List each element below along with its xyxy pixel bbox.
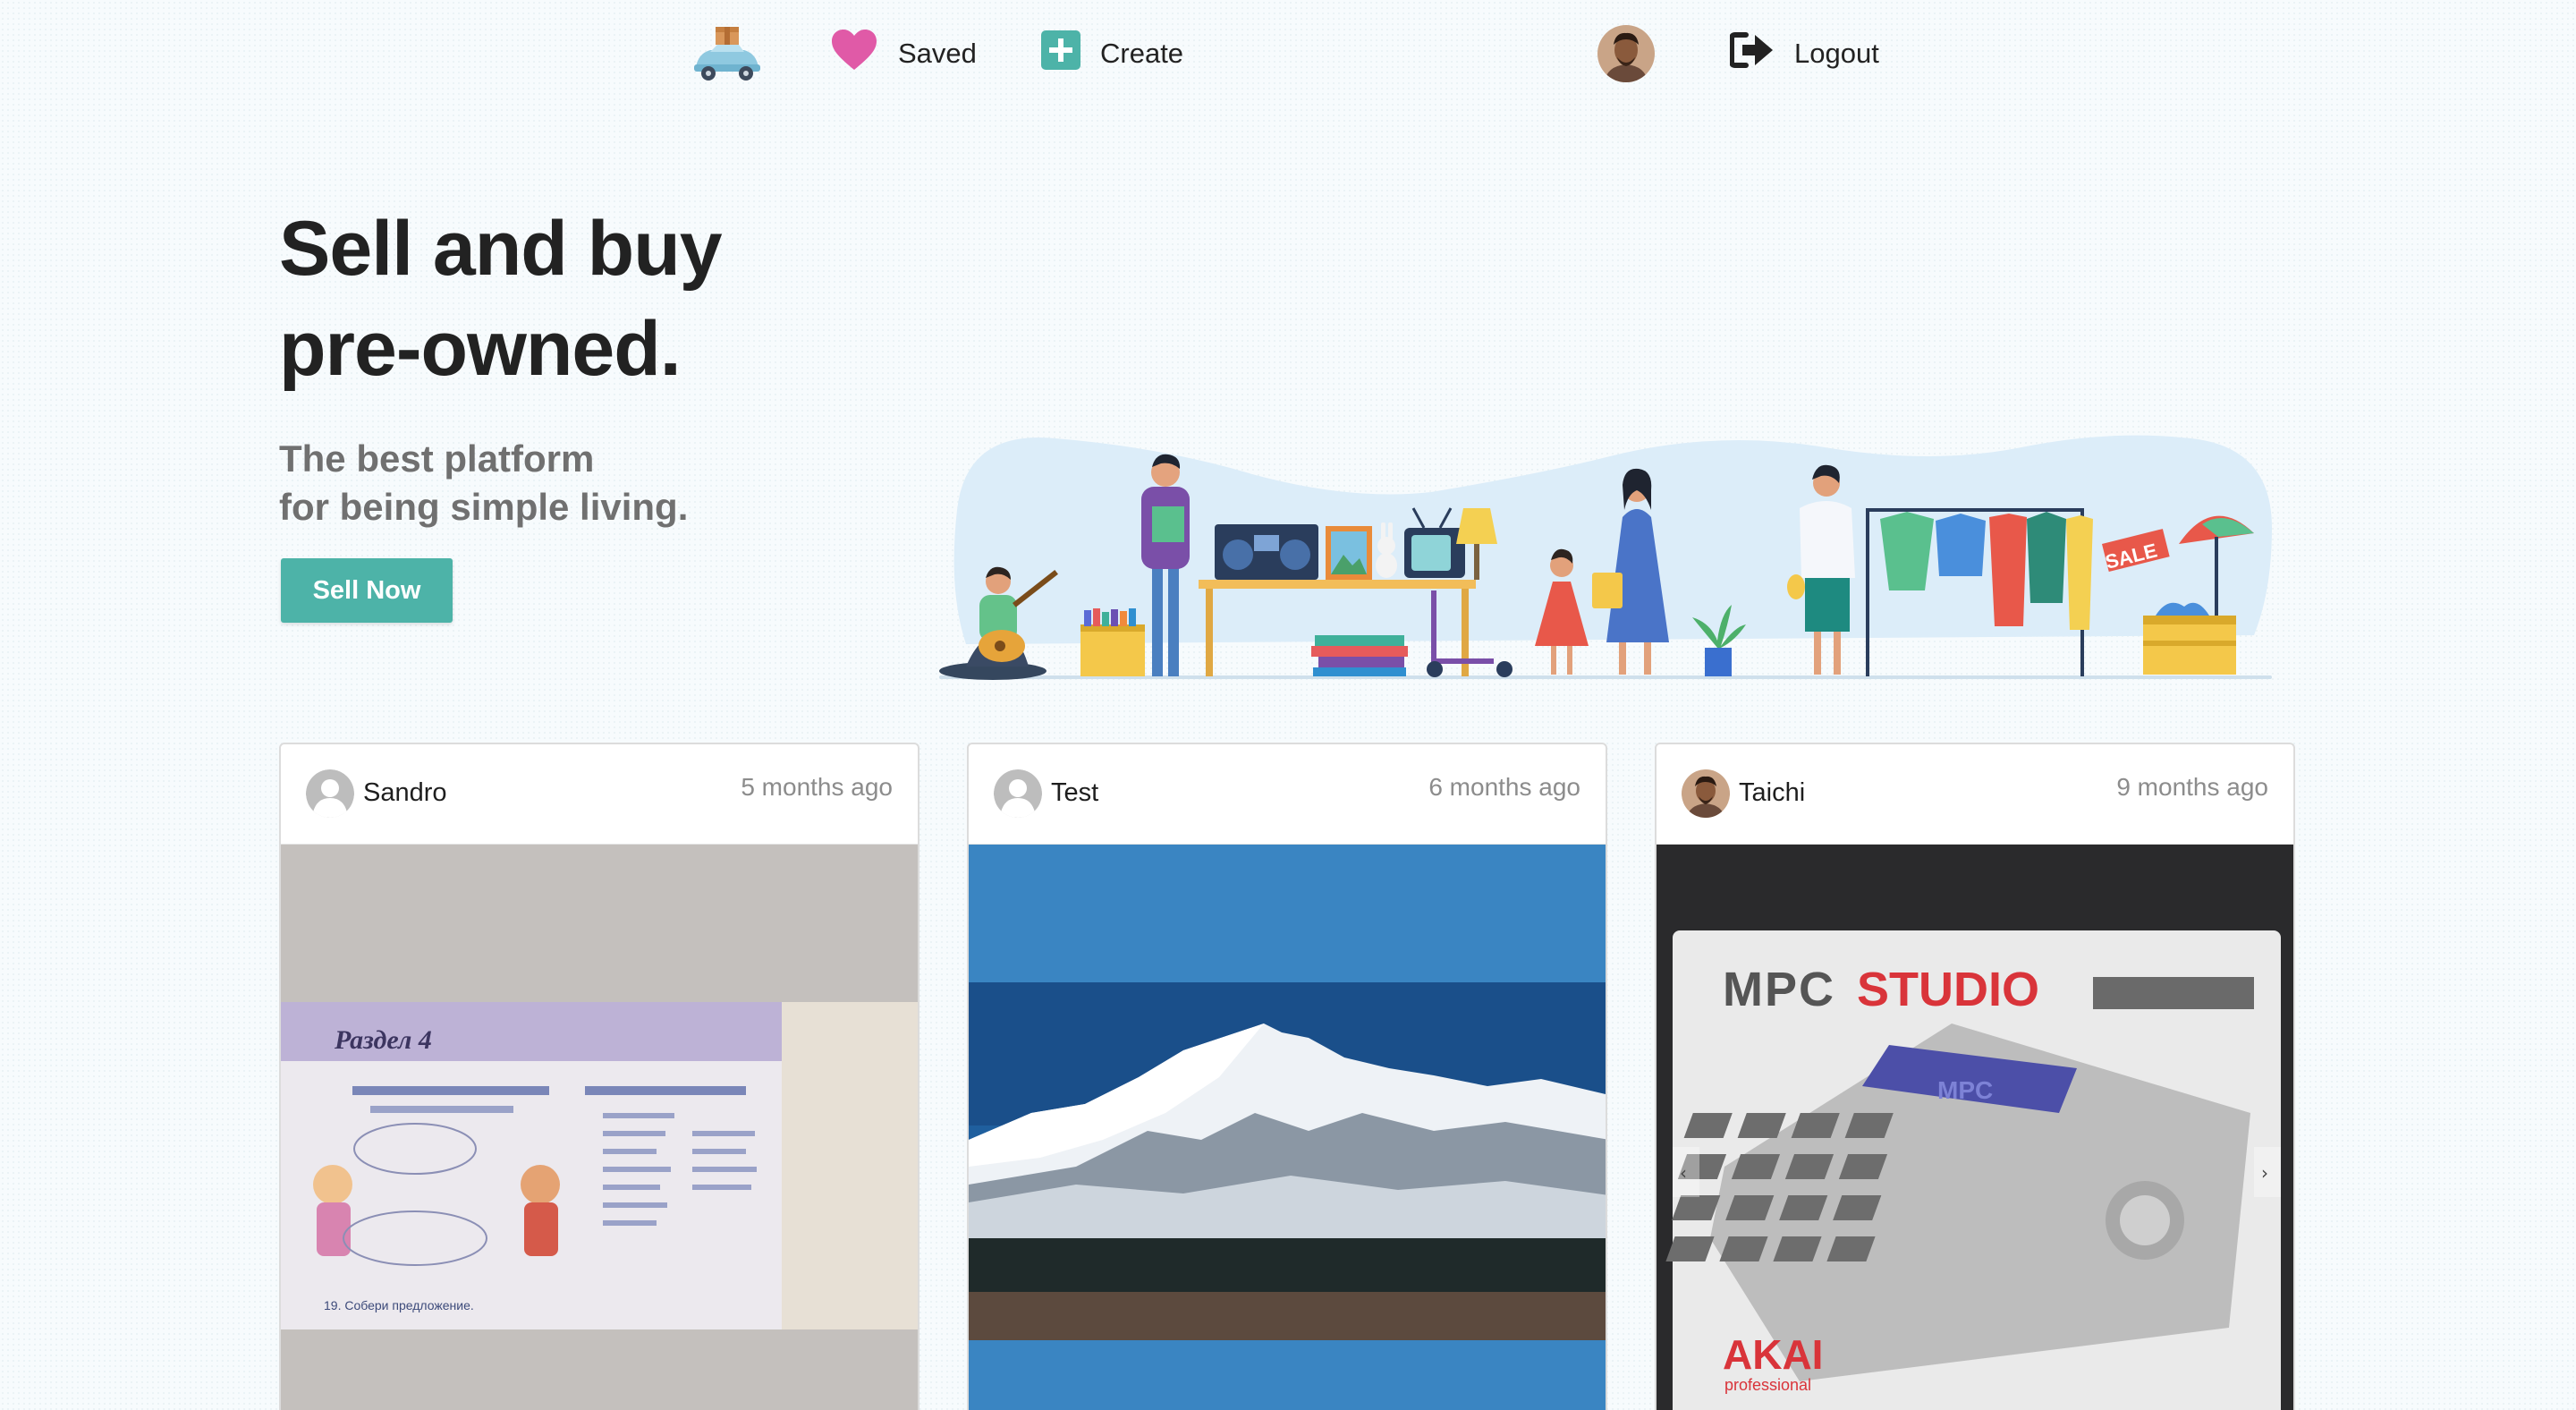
card-username[interactable]: Sandro bbox=[363, 778, 447, 808]
nav-saved-link[interactable]: Saved bbox=[830, 27, 977, 81]
card-header: Sandro 5 months ago bbox=[281, 744, 918, 845]
card-timestamp: 6 months ago bbox=[1428, 773, 1580, 801]
card-username[interactable]: Taichi bbox=[1739, 778, 1805, 808]
book-heading: Раздел 4 bbox=[334, 1025, 432, 1055]
card-header: Taichi 9 months ago bbox=[1657, 744, 2293, 845]
user-photo-avatar[interactable] bbox=[1682, 769, 1730, 818]
product-image[interactable]: MPC STUDIO MPC ‹ › AKAI professional bbox=[1657, 845, 2293, 1410]
default-avatar-icon[interactable] bbox=[994, 769, 1042, 818]
product-image[interactable] bbox=[969, 845, 1606, 1410]
product-card[interactable]: Sandro 5 months ago Раздел 4 19. Собери … bbox=[279, 743, 919, 1410]
sell-now-button[interactable]: Sell Now bbox=[281, 558, 453, 623]
nav-create-label: Create bbox=[1100, 38, 1184, 69]
product-brand: MPC bbox=[1723, 963, 1835, 1016]
car-with-box-icon[interactable] bbox=[691, 23, 764, 86]
card-username[interactable]: Test bbox=[1051, 778, 1098, 808]
plus-square-icon bbox=[1041, 30, 1080, 77]
nav-logout-label: Logout bbox=[1794, 38, 1879, 69]
hero-title-line-2: pre-owned. bbox=[279, 306, 682, 392]
chevron-left-icon: ‹ bbox=[1680, 1162, 1687, 1184]
card-timestamp: 9 months ago bbox=[2116, 773, 2268, 801]
nav-saved-label: Saved bbox=[898, 38, 977, 69]
product-model: STUDIO bbox=[1857, 963, 2039, 1016]
product-card[interactable]: Test 6 months ago bbox=[967, 743, 1607, 1410]
book-caption: 19. Собери предложение. bbox=[324, 1298, 474, 1312]
top-navbar: Saved Create Logout bbox=[0, 0, 2576, 107]
chevron-right-icon: › bbox=[2261, 1162, 2268, 1184]
hero-illustration: SALE bbox=[930, 412, 2281, 698]
hero-subtitle-line-2: for being simple living. bbox=[279, 486, 689, 528]
nav-logout-link[interactable]: Logout bbox=[1729, 27, 1879, 81]
user-avatar[interactable] bbox=[1597, 25, 1655, 82]
product-maker-sub: professional bbox=[1724, 1376, 1811, 1394]
hero-title: Sell and buy pre-owned. bbox=[279, 199, 905, 399]
sign-out-icon bbox=[1729, 31, 1775, 76]
card-timestamp: 5 months ago bbox=[741, 773, 893, 801]
heart-icon bbox=[830, 29, 878, 79]
product-card[interactable]: Taichi 9 months ago MPC STUDIO MPC ‹ › A… bbox=[1655, 743, 2295, 1410]
default-avatar-icon[interactable] bbox=[306, 769, 354, 818]
card-header: Test 6 months ago bbox=[969, 744, 1606, 845]
product-screen: MPC bbox=[1937, 1076, 1993, 1104]
hero-title-line-1: Sell and buy bbox=[279, 206, 723, 292]
nav-create-link[interactable]: Create bbox=[1041, 27, 1183, 81]
hero-subtitle: The best platform for being simple livin… bbox=[279, 435, 834, 531]
hero-subtitle-line-1: The best platform bbox=[279, 437, 595, 480]
product-maker: AKAI bbox=[1723, 1331, 1823, 1378]
product-image[interactable]: Раздел 4 19. Собери предложение. bbox=[281, 845, 918, 1410]
